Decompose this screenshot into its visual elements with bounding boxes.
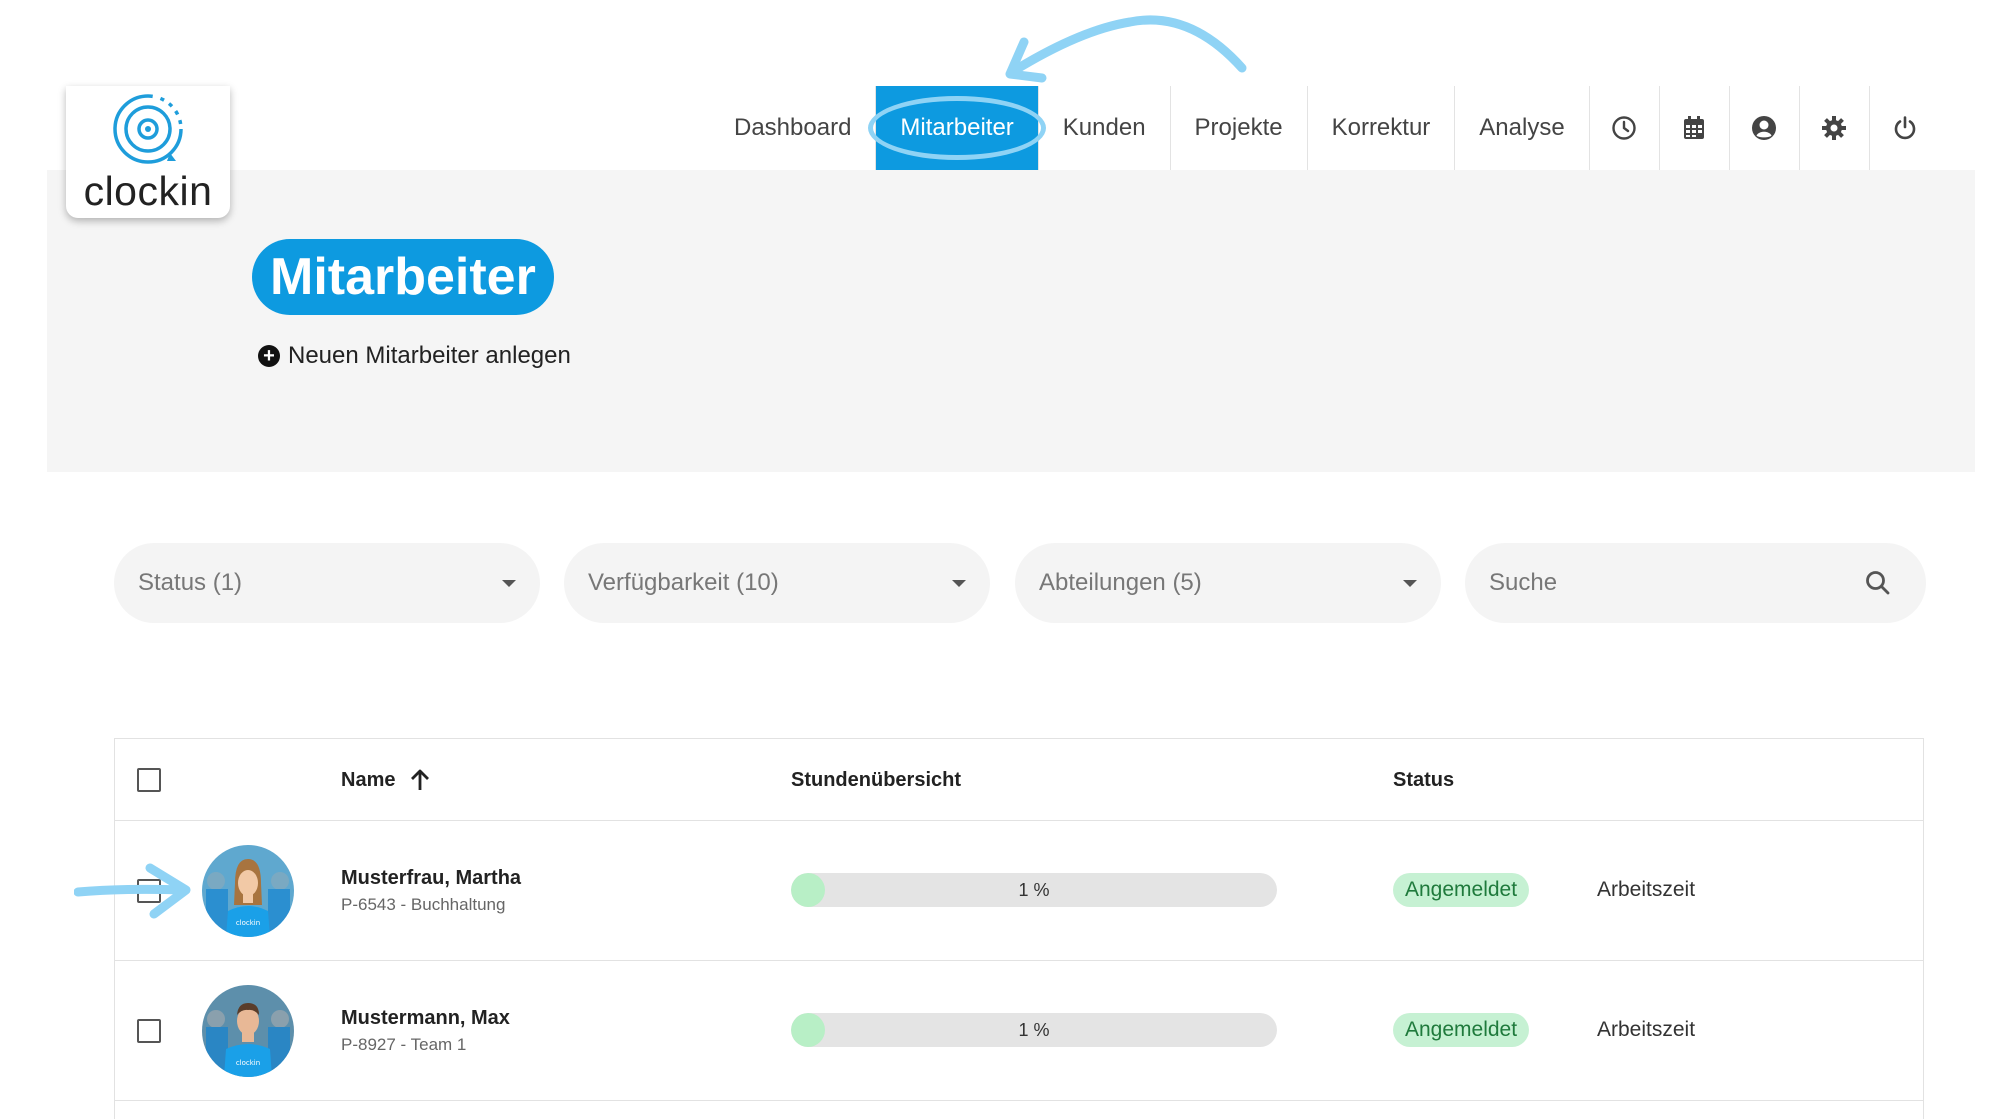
add-employee-label: Neuen Mitarbeiter anlegen xyxy=(288,342,571,369)
hours-progress-bar: 1 % xyxy=(791,1013,1277,1047)
gear-icon xyxy=(1822,116,1847,140)
nav-mitarbeiter[interactable]: Mitarbeiter xyxy=(868,86,1047,170)
table-row[interactable]: clockin Mustermann, Max P-8927 - Team 1 … xyxy=(115,961,1923,1101)
column-name-label: Name xyxy=(341,768,396,791)
status-badge: Angemeldet xyxy=(1393,873,1530,907)
search-input[interactable]: Suche xyxy=(1465,543,1926,623)
worktime-link[interactable]: Arbeitszeit xyxy=(1597,873,1695,907)
plus-circle-icon: + xyxy=(258,345,280,367)
avatar: clockin xyxy=(202,985,294,1077)
select-all-checkbox[interactable] xyxy=(137,768,161,792)
nav-korrektur[interactable]: Korrektur xyxy=(1308,86,1456,170)
nav-calendar-button[interactable] xyxy=(1660,86,1730,170)
availability-filter-select[interactable]: Verfügbarkeit (10) xyxy=(564,543,990,623)
nav-logout-button[interactable] xyxy=(1870,86,1940,170)
column-hours-header[interactable]: Stundenübersicht xyxy=(791,739,961,821)
search-placeholder: Suche xyxy=(1489,569,1558,596)
nav-profile-button[interactable] xyxy=(1730,86,1800,170)
nav-analyse[interactable]: Analyse xyxy=(1455,86,1590,170)
top-navigation: Dashboard Mitarbeiter Kunden Projekte Ko… xyxy=(714,86,1940,170)
table-row[interactable]: clockin Musterfrau, Martha P-6543 - Buch… xyxy=(115,821,1923,961)
user-circle-icon xyxy=(1752,116,1777,140)
page-title: Mitarbeiter xyxy=(252,239,554,315)
nav-dashboard[interactable]: Dashboard xyxy=(714,86,877,170)
status-filter-value: Status (1) xyxy=(138,569,243,596)
column-name-header[interactable]: Name xyxy=(341,739,433,821)
hours-progress-bar: 1 % xyxy=(791,873,1277,907)
employee-name[interactable]: Mustermann, Max xyxy=(341,1007,510,1030)
department-filter-select[interactable]: Abteilungen (5) xyxy=(1015,543,1441,623)
nav-kunden[interactable]: Kunden xyxy=(1039,86,1171,170)
calendar-icon xyxy=(1684,116,1705,139)
annotation-arrow-right xyxy=(74,863,191,919)
add-employee-link[interactable]: + Neuen Mitarbeiter anlegen xyxy=(258,342,571,370)
nav-clock-button[interactable] xyxy=(1590,86,1660,170)
power-icon xyxy=(1894,116,1915,140)
table-header: Name Stundenübersicht Status xyxy=(115,739,1923,821)
caret-down-icon xyxy=(952,579,966,587)
status-badge: Angemeldet xyxy=(1393,1013,1530,1047)
employee-id-department: P-6543 - Buchhaltung xyxy=(341,895,506,914)
annotation-arrow-curved xyxy=(1005,15,1247,83)
employee-name[interactable]: Musterfrau, Martha xyxy=(341,867,521,890)
search-icon[interactable] xyxy=(1864,569,1892,597)
availability-filter-value: Verfügbarkeit (10) xyxy=(588,569,779,596)
department-filter-value: Abteilungen (5) xyxy=(1039,569,1202,596)
page-header-band xyxy=(47,170,1975,472)
clock-icon xyxy=(1612,116,1636,140)
progress-label: 1 % xyxy=(1018,879,1050,900)
status-filter-select[interactable]: Status (1) xyxy=(114,543,540,623)
caret-down-icon xyxy=(502,579,516,587)
row-checkbox[interactable] xyxy=(137,1019,161,1043)
avatar: clockin xyxy=(202,845,294,937)
caret-down-icon xyxy=(1403,579,1417,587)
employee-table: Name Stundenübersicht Status clockin Mus… xyxy=(114,738,1924,1119)
employee-id-department: P-8927 - Team 1 xyxy=(341,1035,467,1054)
progress-label: 1 % xyxy=(1018,1019,1050,1040)
svg-text:clockin: clockin xyxy=(236,1059,260,1067)
clockin-logo-icon xyxy=(113,94,183,164)
logo[interactable]: clockin xyxy=(66,86,230,218)
sort-arrow-up-icon xyxy=(411,769,430,790)
nav-projekte[interactable]: Projekte xyxy=(1171,86,1308,170)
svg-text:clockin: clockin xyxy=(236,919,260,927)
worktime-link[interactable]: Arbeitszeit xyxy=(1597,1013,1695,1047)
nav-settings-button[interactable] xyxy=(1800,86,1870,170)
column-status-header[interactable]: Status xyxy=(1393,739,1454,821)
logo-text: clockin xyxy=(83,168,213,214)
